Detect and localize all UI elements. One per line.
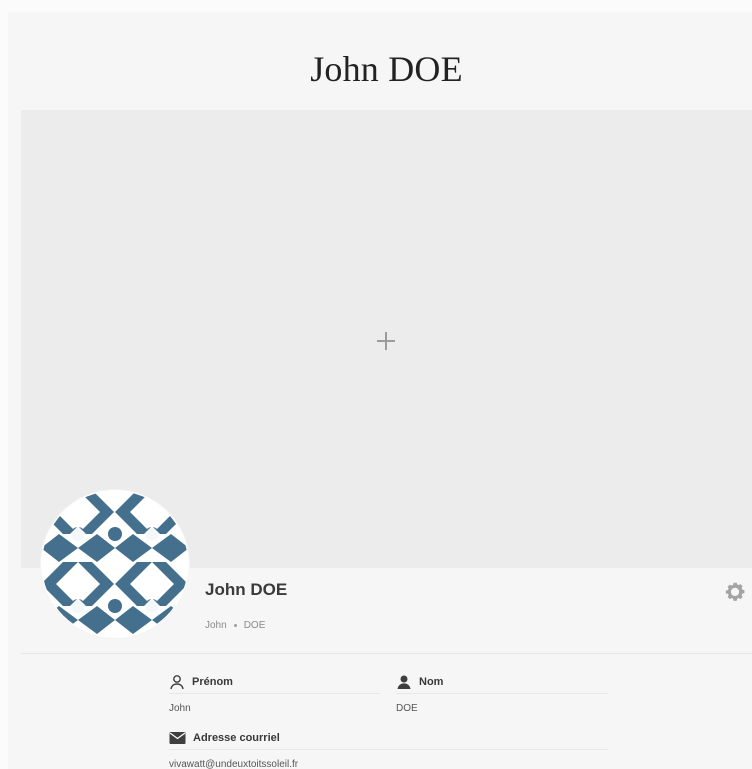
last-name-field: Nom DOE — [396, 672, 608, 718]
last-name-label: Nom — [419, 676, 444, 688]
separator-dot — [233, 624, 237, 627]
first-name-value: John — [169, 703, 191, 714]
avatar[interactable] — [41, 490, 189, 638]
first-name-field: Prénom John — [169, 672, 381, 718]
first-name-field-header: Prénom — [169, 672, 233, 692]
page-title: John DOE — [310, 49, 463, 90]
email-field-header: Adresse courriel — [169, 728, 280, 748]
email-label: Adresse courriel — [193, 732, 280, 744]
first-name-label: Prénom — [192, 676, 233, 688]
plus-icon[interactable] — [374, 329, 398, 353]
last-name-value: DOE — [396, 703, 418, 714]
last-name-divider — [396, 693, 608, 694]
first-name-divider — [169, 693, 380, 694]
user-solid-icon — [397, 675, 411, 689]
profile-name-summary: John DOE — [205, 620, 265, 631]
email-divider — [169, 749, 608, 750]
last-name-field-header: Nom — [396, 672, 443, 692]
geometric-pattern-avatar-icon — [42, 491, 188, 637]
profile-last-name: DOE — [243, 620, 266, 631]
email-field: Adresse courriel vivawatt@undeuxtoitssol… — [169, 728, 609, 769]
envelope-icon — [169, 732, 186, 744]
profile-name[interactable]: John DOE — [205, 580, 287, 600]
email-value[interactable]: vivawatt@undeuxtoitssoleil.fr — [169, 758, 298, 769]
gear-icon[interactable] — [724, 580, 746, 602]
profile-first-name: John — [205, 620, 227, 631]
user-outline-icon — [170, 675, 184, 690]
